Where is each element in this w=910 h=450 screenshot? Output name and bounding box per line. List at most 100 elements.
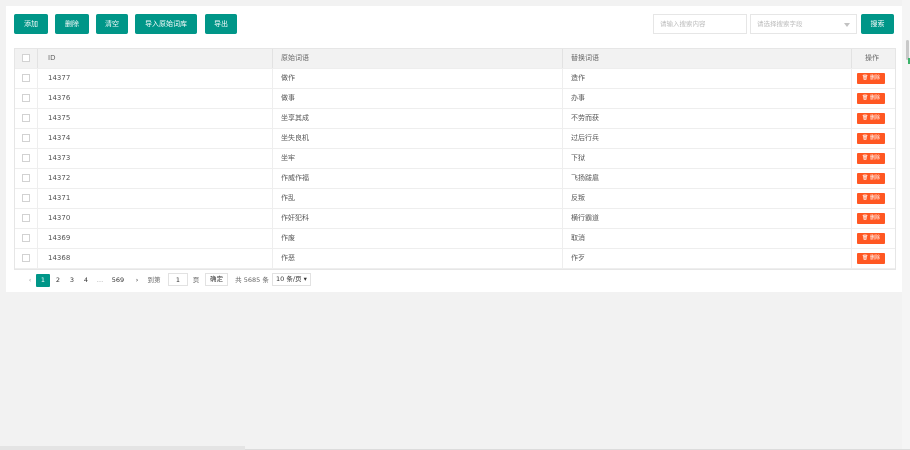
row-delete-label: 删除 — [869, 135, 880, 141]
row-delete-button[interactable]: 🗑 删除 — [857, 253, 885, 264]
page-size-select[interactable]: 10 条/页 ▾ — [272, 273, 311, 286]
cell-replace: 作歹 — [571, 254, 585, 262]
trash-icon: 🗑 — [862, 195, 869, 201]
row-delete-button[interactable]: 🗑 删除 — [857, 193, 885, 204]
cell-replace: 造作 — [571, 74, 585, 82]
horizontal-scrollbar[interactable] — [0, 446, 245, 450]
search-button[interactable]: 搜索 — [861, 14, 894, 34]
cell-original: 做作 — [281, 74, 295, 82]
row-checkbox[interactable] — [22, 74, 30, 82]
row-checkbox[interactable] — [22, 154, 30, 162]
trash-icon: 🗑 — [862, 115, 869, 121]
page-button-2[interactable]: 2 — [52, 274, 64, 287]
page-button-last[interactable]: 569 — [108, 274, 128, 287]
goto-confirm-button[interactable]: 确定 — [205, 273, 228, 286]
row-checkbox[interactable] — [22, 194, 30, 202]
cell-original: 坐享其成 — [281, 114, 309, 122]
scrollbar-thumb[interactable] — [906, 40, 909, 60]
row-delete-label: 删除 — [869, 235, 880, 241]
next-page-button[interactable]: › — [133, 274, 141, 287]
cell-replace: 飞扬跋扈 — [571, 174, 599, 182]
clear-button[interactable]: 清空 — [96, 14, 128, 34]
row-delete-button[interactable]: 🗑 删除 — [857, 113, 885, 124]
row-checkbox[interactable] — [22, 94, 30, 102]
table-row: 14372 作威作福 飞扬跋扈 🗑 删除 — [15, 169, 895, 189]
caret-down-icon: ▾ — [303, 275, 307, 283]
goto-page-input[interactable] — [168, 273, 188, 286]
prev-page-button[interactable]: ‹ — [26, 274, 34, 287]
trash-icon: 🗑 — [862, 255, 869, 261]
column-divider — [562, 249, 563, 268]
row-delete-label: 删除 — [869, 95, 880, 101]
column-divider — [272, 189, 273, 208]
column-divider — [851, 89, 852, 108]
cell-original: 作废 — [281, 234, 295, 242]
column-divider — [272, 109, 273, 128]
cell-id: 14371 — [48, 194, 71, 202]
table-row: 14377 做作 造作 🗑 删除 — [15, 69, 895, 89]
column-divider — [37, 189, 38, 208]
row-delete-button[interactable]: 🗑 删除 — [857, 73, 885, 84]
cell-id: 14368 — [48, 254, 71, 262]
cell-id: 14373 — [48, 154, 71, 162]
row-checkbox[interactable] — [22, 114, 30, 122]
pagination: ‹ 1 2 3 4 … 569 › 到第 页 确定 共 5685 条 10 条/… — [14, 272, 894, 288]
row-delete-button[interactable]: 🗑 删除 — [857, 133, 885, 144]
cell-replace: 不劳而获 — [571, 114, 599, 122]
search-input[interactable] — [653, 14, 747, 34]
export-button[interactable]: 导出 — [205, 14, 237, 34]
column-divider — [562, 69, 563, 88]
row-checkbox[interactable] — [22, 134, 30, 142]
page-size-value: 10 条/页 — [276, 275, 302, 283]
row-delete-label: 删除 — [869, 115, 880, 121]
table-row: 14376 做事 办事 🗑 删除 — [15, 89, 895, 109]
row-delete-button[interactable]: 🗑 删除 — [857, 93, 885, 104]
trash-icon: 🗑 — [862, 95, 869, 101]
toolbar: 添加 删除 清空 导入原始词库 导出 请选择搜索字段 搜索 — [14, 14, 894, 34]
row-delete-label: 删除 — [869, 155, 880, 161]
page-button-3[interactable]: 3 — [66, 274, 78, 287]
column-divider — [851, 169, 852, 188]
row-delete-button[interactable]: 🗑 删除 — [857, 153, 885, 164]
table-row: 14375 坐享其成 不劳而获 🗑 删除 — [15, 109, 895, 129]
row-delete-button[interactable]: 🗑 删除 — [857, 173, 885, 184]
row-checkbox[interactable] — [22, 214, 30, 222]
column-header-id: ID — [48, 54, 56, 62]
column-divider — [562, 189, 563, 208]
row-checkbox[interactable] — [22, 234, 30, 242]
cell-id: 14372 — [48, 174, 71, 182]
cell-replace: 横行霸道 — [571, 214, 599, 222]
column-divider — [851, 69, 852, 88]
column-divider — [562, 149, 563, 168]
row-checkbox[interactable] — [22, 254, 30, 262]
delete-button[interactable]: 删除 — [55, 14, 89, 34]
row-checkbox[interactable] — [22, 174, 30, 182]
column-divider — [851, 109, 852, 128]
table-row: 14368 作恶 作歹 🗑 删除 — [15, 249, 895, 269]
row-delete-label: 删除 — [869, 255, 880, 261]
page-unit-label: 页 — [192, 276, 200, 284]
trash-icon: 🗑 — [862, 75, 869, 81]
column-divider — [272, 149, 273, 168]
page-ellipsis: … — [96, 276, 104, 284]
table-row: 14369 作废 取消 🗑 删除 — [15, 229, 895, 249]
column-divider — [562, 49, 563, 68]
row-delete-button[interactable]: 🗑 删除 — [857, 233, 885, 244]
import-button[interactable]: 导入原始词库 — [135, 14, 197, 34]
cell-id: 14377 — [48, 74, 71, 82]
scrollbar[interactable] — [902, 0, 910, 450]
column-divider — [37, 229, 38, 248]
search-field-select[interactable]: 请选择搜索字段 — [750, 14, 857, 34]
cell-replace: 取消 — [571, 234, 585, 242]
cell-replace: 反叛 — [571, 194, 585, 202]
page-button-1[interactable]: 1 — [36, 274, 50, 287]
cell-original: 作威作福 — [281, 174, 309, 182]
column-divider — [37, 149, 38, 168]
column-divider — [272, 89, 273, 108]
row-delete-button[interactable]: 🗑 删除 — [857, 213, 885, 224]
column-divider — [851, 149, 852, 168]
chevron-down-icon — [844, 23, 850, 27]
select-all-checkbox[interactable] — [22, 54, 30, 62]
add-button[interactable]: 添加 — [14, 14, 48, 34]
page-button-4[interactable]: 4 — [80, 274, 92, 287]
